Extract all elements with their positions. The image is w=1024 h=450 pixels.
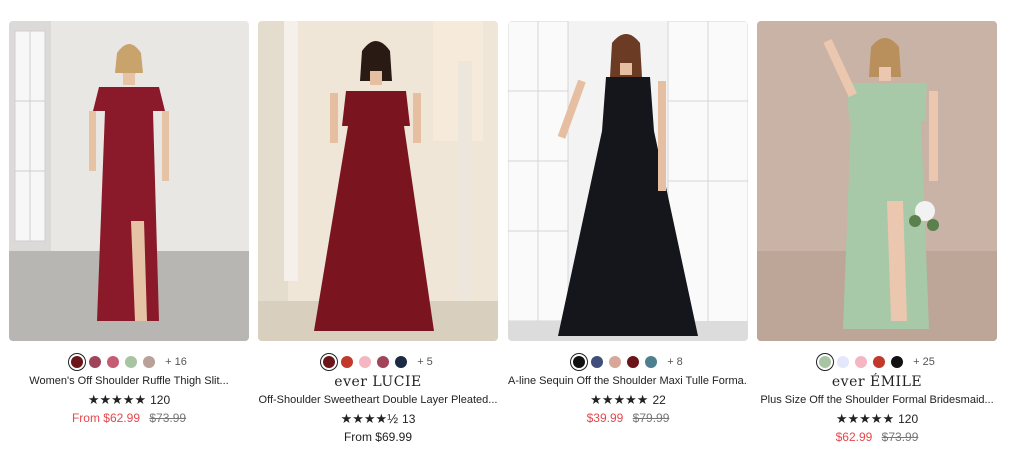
- color-swatch[interactable]: [107, 356, 120, 368]
- rating: ★★★★½ 13: [258, 411, 498, 427]
- original-price: $73.99: [149, 411, 187, 425]
- review-count: 120: [898, 412, 919, 426]
- more-colors-count[interactable]: + 25: [913, 356, 935, 368]
- color-swatch[interactable]: [645, 356, 658, 368]
- product-image[interactable]: [757, 21, 997, 341]
- color-swatch[interactable]: [71, 356, 84, 368]
- color-swatch[interactable]: [341, 356, 354, 368]
- product-image[interactable]: [508, 21, 748, 341]
- color-swatch[interactable]: [323, 356, 336, 368]
- price: From $62.99 $73.99: [9, 411, 249, 425]
- review-count: 13: [402, 412, 416, 426]
- color-swatch[interactable]: [591, 356, 604, 368]
- product-grid: + 16 Women's Off Shoulder Ruffle Thigh S…: [0, 0, 1024, 450]
- color-swatch[interactable]: [573, 356, 586, 368]
- product-title[interactable]: Women's Off Shoulder Ruffle Thigh Slit..…: [9, 374, 249, 388]
- color-swatch[interactable]: [125, 356, 138, 368]
- color-swatch[interactable]: [891, 356, 904, 368]
- color-swatch[interactable]: [89, 356, 102, 368]
- product-image[interactable]: [258, 21, 498, 341]
- price: $62.99 $73.99: [757, 430, 997, 444]
- color-swatch[interactable]: [627, 356, 640, 368]
- color-swatches: + 16: [9, 353, 249, 371]
- rating: ★★★★★ 22: [508, 392, 748, 408]
- product-card[interactable]: + 25 ever ÉMILE Plus Size Off the Should…: [757, 21, 997, 444]
- color-swatch[interactable]: [873, 356, 886, 368]
- product-image[interactable]: [9, 21, 249, 341]
- color-swatches: + 25: [757, 353, 997, 371]
- color-swatch[interactable]: [819, 356, 832, 368]
- review-count: 22: [652, 393, 666, 407]
- product-card[interactable]: + 8 A-line Sequin Off the Shoulder Maxi …: [508, 21, 748, 425]
- color-swatches: + 8: [508, 353, 748, 371]
- price: $39.99 $79.99: [508, 411, 748, 425]
- product-title[interactable]: Plus Size Off the Shoulder Formal Brides…: [757, 393, 997, 407]
- current-price: $62.99: [835, 430, 873, 444]
- more-colors-count[interactable]: + 8: [667, 356, 683, 368]
- more-colors-count[interactable]: + 5: [417, 356, 433, 368]
- current-price: $39.99: [586, 411, 624, 425]
- color-swatch[interactable]: [143, 356, 156, 368]
- color-swatch[interactable]: [395, 356, 408, 368]
- star-rating-icon: ★★★★★: [835, 411, 895, 426]
- brand-name: ever ÉMILE: [831, 374, 923, 390]
- color-swatch[interactable]: [837, 356, 850, 368]
- star-rating-icon: ★★★★★: [87, 392, 147, 407]
- rating: ★★★★★ 120: [757, 411, 997, 427]
- brand-name: ever LUCIE: [334, 374, 422, 390]
- current-price: From $69.99: [343, 430, 413, 444]
- color-swatch[interactable]: [855, 356, 868, 368]
- price: From $69.99: [258, 430, 498, 444]
- product-title[interactable]: A-line Sequin Off the Shoulder Maxi Tull…: [508, 374, 748, 388]
- more-colors-count[interactable]: + 16: [165, 356, 187, 368]
- product-card[interactable]: + 16 Women's Off Shoulder Ruffle Thigh S…: [9, 21, 249, 425]
- original-price: $73.99: [881, 430, 919, 444]
- rating: ★★★★★ 120: [9, 392, 249, 408]
- product-card[interactable]: + 5 ever LUCIE Off-Shoulder Sweetheart D…: [258, 21, 498, 444]
- current-price: From $62.99: [71, 411, 140, 425]
- review-count: 120: [150, 393, 171, 407]
- color-swatch[interactable]: [609, 356, 622, 368]
- color-swatch[interactable]: [359, 356, 372, 368]
- product-title[interactable]: Off-Shoulder Sweetheart Double Layer Ple…: [258, 393, 498, 407]
- color-swatches: + 5: [258, 353, 498, 371]
- original-price: $79.99: [632, 411, 670, 425]
- star-rating-icon: ★★★★★: [590, 392, 649, 407]
- color-swatch[interactable]: [377, 356, 390, 368]
- star-rating-icon: ★★★★½: [340, 411, 399, 426]
